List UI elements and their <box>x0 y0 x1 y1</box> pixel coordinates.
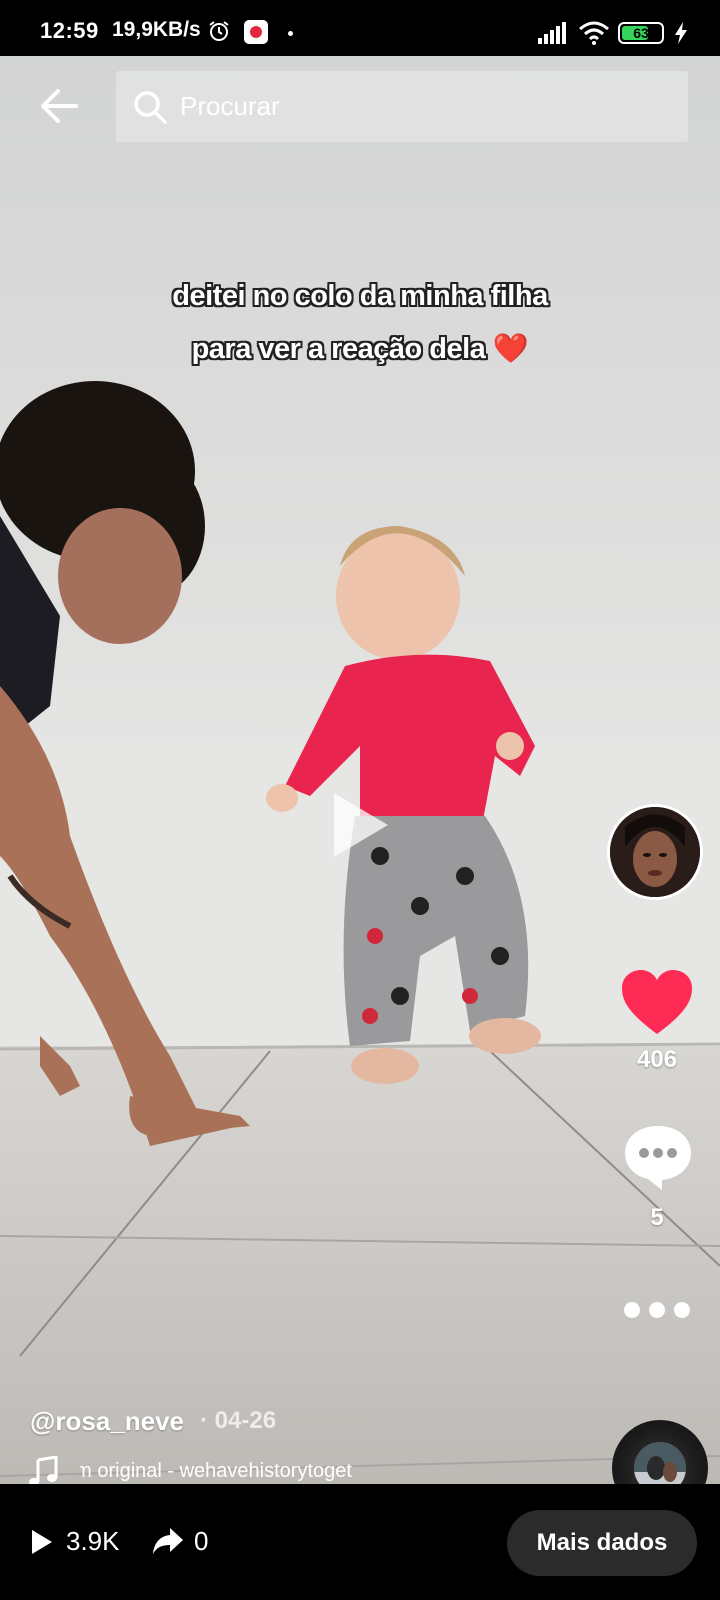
like-count: 406 <box>636 1046 678 1073</box>
back-arrow-icon[interactable] <box>36 82 84 130</box>
search-placeholder: Procurar <box>180 91 280 121</box>
views-play-icon <box>32 1530 52 1554</box>
status-time: 12:59 <box>40 18 99 43</box>
views-count: 3.9K <box>66 1526 120 1556</box>
battery-percent: 63 <box>633 25 649 41</box>
video-caption-line-2-text: para ver a reação dela <box>191 333 486 365</box>
video-caption-line-1: deitei no colo da minha filha <box>172 280 548 312</box>
battery-icon: 63 <box>618 22 664 44</box>
comment-count: 5 <box>650 1204 664 1231</box>
screen: 12:59 19,9KB/s 63 deitei no colo da minh… <box>0 0 720 1600</box>
caption-heart-emoji: ❤️ <box>492 333 529 365</box>
wifi-icon <box>579 21 609 45</box>
alarm-icon <box>209 21 229 41</box>
share-icon <box>153 1528 183 1554</box>
search-input[interactable]: Procurar <box>116 71 688 142</box>
music-marquee[interactable]: om original - wehavehistorytoget <box>80 1460 400 1484</box>
search-icon <box>134 91 167 124</box>
author-avatar[interactable] <box>607 804 703 900</box>
music-title: om original - wehavehistorytoget <box>80 1460 352 1482</box>
video-caption-line-2: para ver a reação dela ❤️ <box>0 332 720 366</box>
signal-icon <box>538 22 566 44</box>
video-player[interactable]: deitei no colo da minha filha para ver a… <box>0 56 720 1484</box>
status-bar: 12:59 19,9KB/s 63 <box>0 0 720 56</box>
music-disc-cover <box>634 1442 686 1484</box>
play-icon[interactable] <box>330 791 390 859</box>
more-icon[interactable] <box>620 1298 694 1322</box>
more-data-button[interactable]: Mais dados <box>507 1510 697 1576</box>
avatar-image <box>610 807 700 897</box>
shares-count: 0 <box>194 1526 209 1556</box>
comment-icon[interactable] <box>622 1124 694 1192</box>
bottom-bar: 3.9K 0 Mais dados <box>0 1484 720 1600</box>
heart-icon[interactable] <box>620 968 694 1036</box>
video-frame <box>0 56 720 1484</box>
charging-icon <box>675 22 687 44</box>
music-note-icon <box>29 1456 58 1484</box>
notification-dot <box>288 31 293 36</box>
app-notification-icon <box>244 20 268 44</box>
post-date: · 04-26 <box>200 1407 277 1434</box>
status-network-speed: 19,9KB/s <box>112 18 201 41</box>
author-username[interactable]: @rosa_neve <box>30 1406 184 1437</box>
